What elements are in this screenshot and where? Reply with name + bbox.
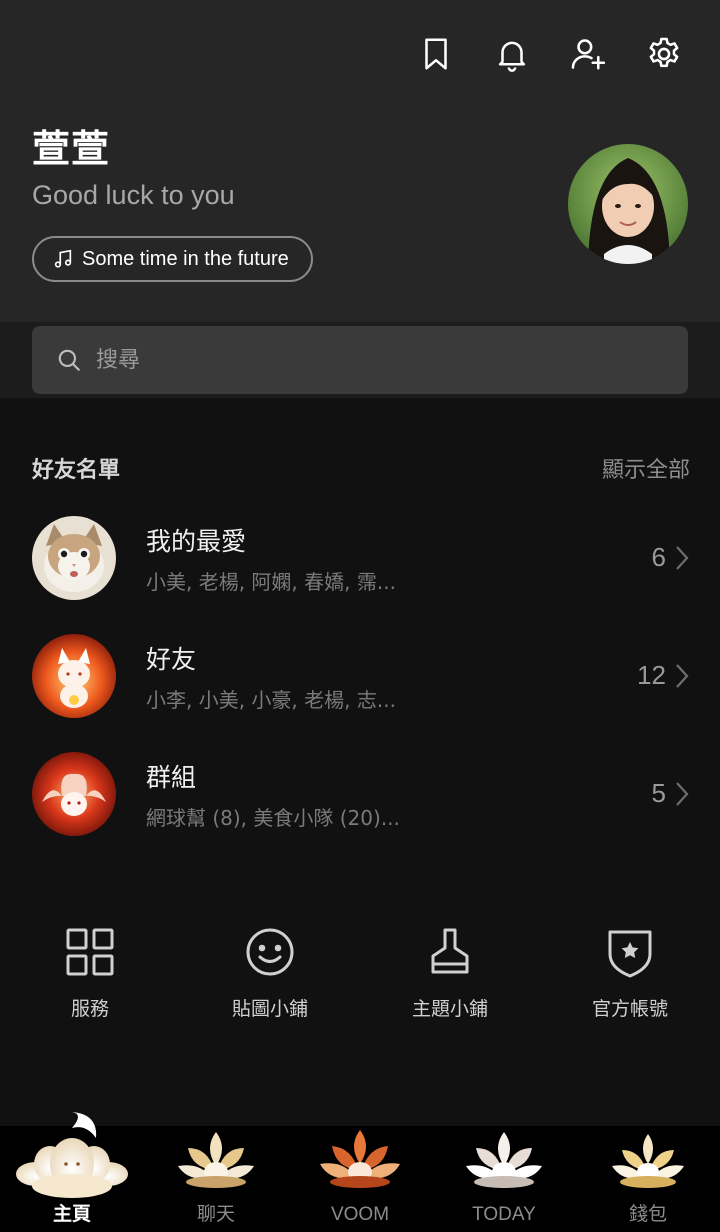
sticker-shop-label: 貼圖小鋪 — [231, 998, 308, 1020]
list-item-favorites[interactable]: 我的最愛 小美, 老楊, 阿嫻, 春嬌, 霈... 6 — [0, 500, 720, 600]
favorites-avatar — [32, 516, 116, 600]
tab-today[interactable]: TODAY — [432, 1126, 576, 1232]
tab-label: 主頁 — [52, 1204, 91, 1225]
grid-icon — [66, 928, 114, 976]
group-count: 5 — [651, 778, 666, 808]
lotus-today-icon — [466, 1132, 542, 1188]
bookmark-icon — [425, 38, 447, 70]
chevron-right-icon — [676, 664, 689, 688]
add-friend-button[interactable] — [568, 34, 608, 74]
group-title: 群組 — [146, 763, 197, 792]
profile-music-button[interactable]: Some time in the future — [32, 236, 313, 282]
group-count: 12 — [637, 660, 666, 690]
group-title: 我的最愛 — [146, 527, 247, 556]
show-all-link[interactable]: 顯示全部 — [602, 452, 690, 484]
search-input[interactable] — [94, 346, 658, 374]
list-item-friends[interactable]: 好友 小李, 小美, 小豪, 老楊, 志... 12 — [0, 618, 720, 718]
notifications-button[interactable] — [492, 34, 532, 74]
search-bar[interactable] — [32, 326, 688, 394]
bell-icon — [498, 41, 526, 72]
add-user-icon — [571, 39, 606, 70]
theme-shop-label: 主題小鋪 — [411, 998, 488, 1020]
group-title: 好友 — [146, 645, 197, 674]
official-accounts-button[interactable]: 官方帳號 — [540, 924, 720, 1021]
smiley-icon — [246, 928, 294, 976]
official-accounts-label: 官方帳號 — [591, 998, 668, 1020]
status-message[interactable]: Good luck to you — [32, 180, 235, 211]
profile-music-label: Some time in the future — [82, 247, 289, 270]
lotus-voom-icon — [320, 1130, 400, 1188]
theme-shop-button[interactable]: 主題小鋪 — [360, 924, 540, 1021]
services-shortcuts: 服務 貼圖小鋪 主題小鋪 官方帳號 — [0, 924, 720, 1034]
bottom-tab-bar: 主頁 聊天 VOOM TODAY 錢包 — [0, 1112, 720, 1232]
shield-star-icon — [608, 930, 652, 978]
tab-home[interactable]: 主頁 — [0, 1112, 144, 1232]
tab-label: 聊天 — [196, 1204, 235, 1225]
bookmark-button[interactable] — [416, 34, 456, 74]
group-count: 6 — [651, 542, 666, 572]
sticker-shop-button[interactable]: 貼圖小鋪 — [180, 924, 360, 1021]
lotus-fox-home-icon — [16, 1112, 128, 1198]
header-actions — [416, 34, 684, 74]
lotus-chat-icon — [178, 1132, 254, 1188]
chevron-right-icon — [676, 546, 689, 570]
tab-voom[interactable]: VOOM — [288, 1126, 432, 1232]
group-members: 小李, 小美, 小豪, 老楊, 志... — [146, 688, 396, 712]
gear-icon — [649, 37, 679, 68]
profile-name[interactable]: 萱萱 — [32, 118, 110, 173]
list-item-groups[interactable]: 群組 網球幫 (8), 美食小隊 (20)... 5 — [0, 736, 720, 836]
friends-avatar — [32, 634, 116, 718]
tab-label: TODAY — [472, 1204, 536, 1225]
lotus-wallet-icon — [612, 1134, 684, 1188]
profile-photo — [568, 144, 688, 264]
tab-label: 錢包 — [628, 1204, 667, 1225]
brush-icon — [431, 928, 469, 974]
chevron-right-icon — [676, 782, 689, 806]
profile-header: 萱萱 Good luck to you Some time in the fut… — [0, 0, 720, 322]
friends-section-title: 好友名單 — [32, 458, 121, 483]
tab-chats[interactable]: 聊天 — [144, 1126, 288, 1232]
group-members: 網球幫 (8), 美食小隊 (20)... — [146, 806, 400, 830]
groups-avatar — [32, 752, 116, 836]
profile-avatar[interactable] — [568, 144, 688, 264]
tab-label: VOOM — [330, 1204, 390, 1225]
group-members: 小美, 老楊, 阿嫻, 春嬌, 霈... — [146, 570, 396, 594]
services-button[interactable]: 服務 — [0, 924, 180, 1021]
services-label: 服務 — [70, 998, 109, 1020]
music-note-icon — [54, 249, 72, 268]
settings-button[interactable] — [644, 34, 684, 74]
tab-wallet[interactable]: 錢包 — [576, 1126, 720, 1232]
search-icon — [58, 349, 80, 371]
